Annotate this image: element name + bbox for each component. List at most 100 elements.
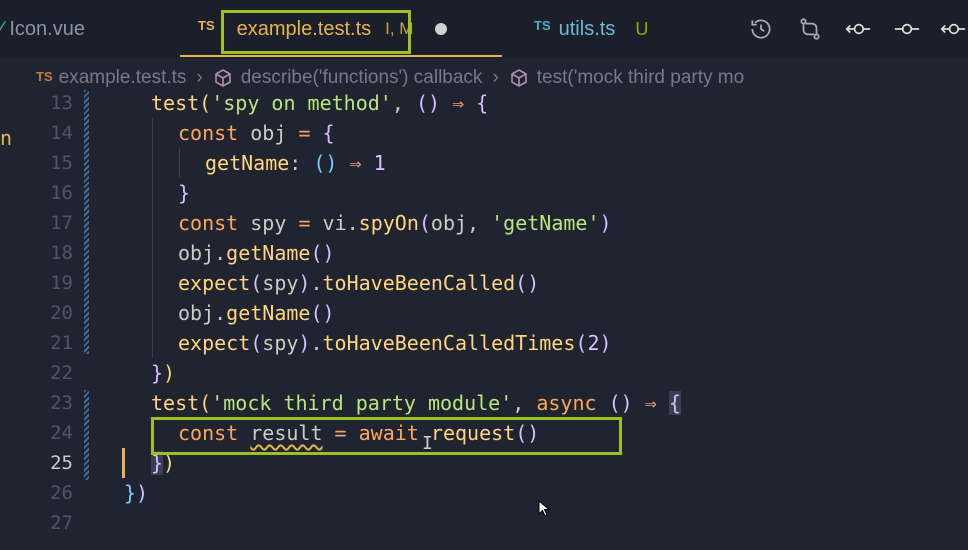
token: = — [298, 211, 311, 235]
line-number: 22 — [50, 362, 73, 384]
token: getName — [226, 241, 311, 265]
token: obj. — [178, 241, 227, 265]
tab-bar: ∕ Icon.vue TS example.test.ts I, M TS ut… — [0, 0, 968, 58]
line-number: 19 — [50, 272, 73, 294]
token: ( — [199, 391, 212, 415]
code-line[interactable]: 15 getName: () ⇒ 1 — [0, 148, 968, 178]
token: obj. — [178, 301, 227, 325]
token: 'mock third party module' — [211, 391, 513, 415]
token: getName — [226, 301, 311, 325]
line-number: 26 — [50, 482, 73, 504]
token: ) — [599, 331, 612, 355]
tab-status: U — [635, 18, 649, 39]
code-line[interactable]: 21 expect(spy).toHaveBeenCalledTimes(2) — [0, 328, 968, 358]
line-number: 21 — [50, 332, 73, 354]
token: ). — [298, 331, 323, 355]
token: ) — [599, 211, 612, 235]
text-cursor-icon: I — [422, 433, 433, 454]
token: { — [668, 391, 681, 415]
token: toHaveBeenCalledTimes — [322, 331, 576, 355]
line-number: 13 — [50, 92, 73, 114]
commit-icon[interactable] — [938, 14, 968, 44]
token: ( — [250, 331, 263, 355]
token: () — [515, 271, 540, 295]
code-line[interactable]: 16 } — [0, 178, 968, 208]
token: vi. — [310, 211, 359, 235]
line-number: 14 — [50, 122, 73, 144]
tab-utils[interactable]: TS utils.ts U — [534, 0, 648, 58]
breadcrumb-test[interactable]: test('mock third party mo — [537, 67, 744, 89]
token: obj, — [430, 211, 492, 235]
token: async — [536, 391, 597, 415]
previous-change-icon[interactable] — [843, 14, 873, 44]
token: , — [512, 391, 537, 415]
token: expect — [178, 271, 251, 295]
breadcrumb-file[interactable]: example.test.ts — [59, 67, 187, 89]
token: toHaveBeenCalled — [322, 271, 516, 295]
code-line[interactable]: 18 obj.getName() — [0, 238, 968, 268]
token: ⇒ — [337, 151, 374, 175]
token: ⇒ — [632, 391, 669, 415]
token: getName — [205, 151, 290, 175]
token: ). — [298, 271, 323, 295]
code-line[interactable]: 17 const spy = vi.spyOn(obj, 'getName') — [0, 208, 968, 238]
token: 1 — [373, 151, 386, 175]
line-number: 17 — [50, 212, 73, 234]
typescript-icon: TS — [36, 68, 53, 84]
typescript-icon: TS — [534, 17, 551, 33]
next-change-icon[interactable] — [892, 14, 922, 44]
tab-label: utils.ts — [558, 17, 616, 40]
line-number: 27 — [50, 512, 73, 534]
chevron-right-icon: › — [492, 67, 499, 88]
history-icon[interactable] — [746, 14, 776, 44]
token: , — [391, 91, 416, 115]
line-number: 20 — [50, 302, 73, 324]
code-line[interactable]: 27 — [0, 508, 968, 538]
token: ) — [136, 481, 149, 505]
annotation-highlight-tab — [221, 10, 411, 54]
code-line[interactable]: 19 expect(spy).toHaveBeenCalled() — [0, 268, 968, 298]
code-editor[interactable]: n 13 test('spy on method', () ⇒ { 14 con… — [0, 88, 968, 550]
token: ( — [418, 211, 431, 235]
token: spy — [238, 211, 299, 235]
method-cube-icon — [214, 69, 231, 87]
vue-icon: ∕ — [0, 17, 4, 40]
code-line[interactable]: 23 test('mock third party module', async… — [0, 388, 968, 418]
token: { — [476, 91, 489, 115]
tab-label: Icon.vue — [9, 17, 85, 40]
breadcrumb-describe[interactable]: describe('functions') callback — [241, 67, 483, 89]
mouse-pointer-icon — [538, 500, 550, 517]
tab-icon-vue[interactable]: ∕ Icon.vue — [0, 0, 85, 58]
code-line[interactable]: 20 obj.getName() — [0, 298, 968, 328]
token: spy — [262, 271, 299, 295]
token: ( — [199, 91, 212, 115]
token: 'getName' — [491, 211, 600, 235]
compare-changes-icon[interactable] — [795, 14, 825, 44]
token: () — [313, 151, 338, 175]
code-line[interactable]: 22 }) — [0, 358, 968, 388]
chevron-right-icon: › — [196, 67, 203, 88]
token: obj — [238, 121, 299, 145]
token: spy — [262, 331, 299, 355]
code-line[interactable]: 14 const obj = { — [0, 118, 968, 148]
line-number: 16 — [50, 182, 73, 204]
unsaved-dot-icon[interactable] — [435, 23, 448, 35]
code-line[interactable]: 26 }) — [0, 478, 968, 508]
token: test — [151, 91, 200, 115]
token: test — [151, 391, 200, 415]
token: } — [124, 481, 137, 505]
token: const — [178, 211, 239, 235]
token: { — [310, 121, 335, 145]
token: spyOn — [358, 211, 419, 235]
code-line[interactable]: 13 test('spy on method', () ⇒ { — [0, 88, 968, 118]
line-number: 15 — [50, 152, 73, 174]
token: ( — [250, 271, 263, 295]
token: () — [310, 301, 335, 325]
annotation-highlight-code — [151, 417, 622, 455]
token: () — [608, 391, 633, 415]
line-number: 18 — [50, 242, 73, 264]
token: 'spy on method' — [211, 91, 392, 115]
typescript-icon: TS — [198, 17, 215, 33]
token: } — [151, 361, 164, 385]
